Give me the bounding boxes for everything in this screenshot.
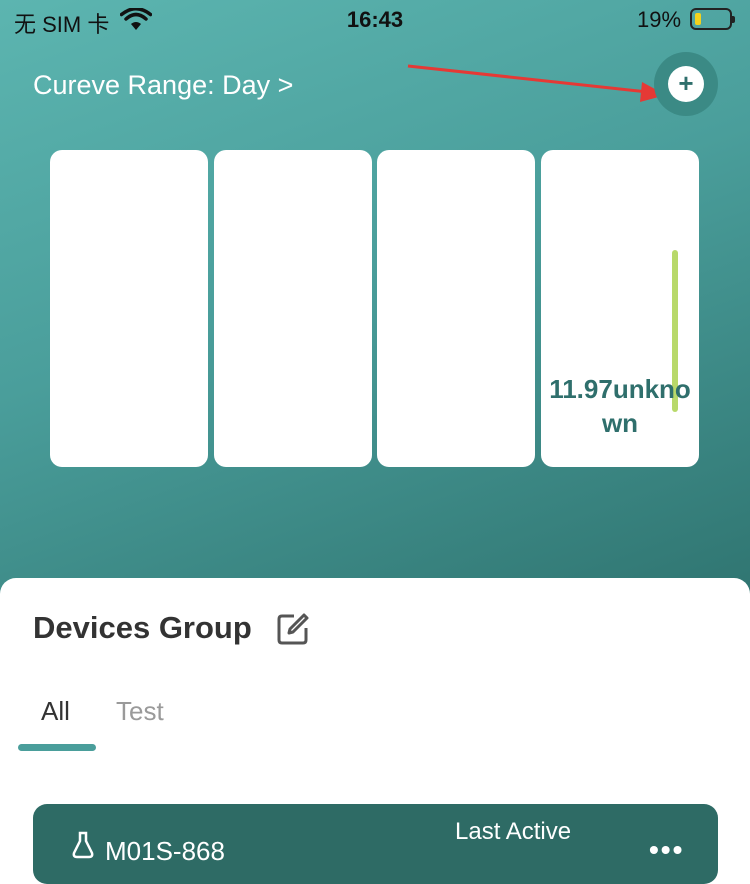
metric-card[interactable] xyxy=(50,150,208,467)
device-name: M01S-868 xyxy=(105,836,225,866)
device-card[interactable]: M01S-868 Last Active ••• xyxy=(33,804,718,884)
battery-level xyxy=(695,13,701,25)
last-active-label: Last Active xyxy=(455,818,572,845)
devices-group-title: Devices Group xyxy=(33,610,252,645)
metric-card[interactable] xyxy=(214,150,372,467)
annotation-arrow xyxy=(407,64,666,102)
metric-card[interactable] xyxy=(377,150,535,467)
hero-panel: 无 SIM 卡 16:43 19% Cureve Range: Day > + … xyxy=(0,0,750,610)
curve-range-selector[interactable]: Cureve Range: Day > xyxy=(33,70,293,101)
tab-test[interactable]: Test xyxy=(116,696,164,727)
metric-card[interactable]: 11.97unknown xyxy=(541,150,699,467)
more-icon[interactable]: ••• xyxy=(649,834,684,866)
card-value: 11.97unknown xyxy=(549,374,691,438)
battery-icon xyxy=(690,8,735,30)
tab-all[interactable]: All xyxy=(41,696,70,727)
edit-icon[interactable] xyxy=(276,612,310,646)
status-bar: 无 SIM 卡 16:43 19% xyxy=(0,0,750,42)
plus-icon: + xyxy=(678,68,694,98)
devices-sheet: Devices Group All Test M01S-868 Last Act… xyxy=(0,578,750,884)
add-button[interactable]: + xyxy=(654,52,718,116)
add-button-face: + xyxy=(668,66,704,102)
active-tab-indicator xyxy=(18,744,96,751)
battery-percent: 19% xyxy=(637,7,682,32)
